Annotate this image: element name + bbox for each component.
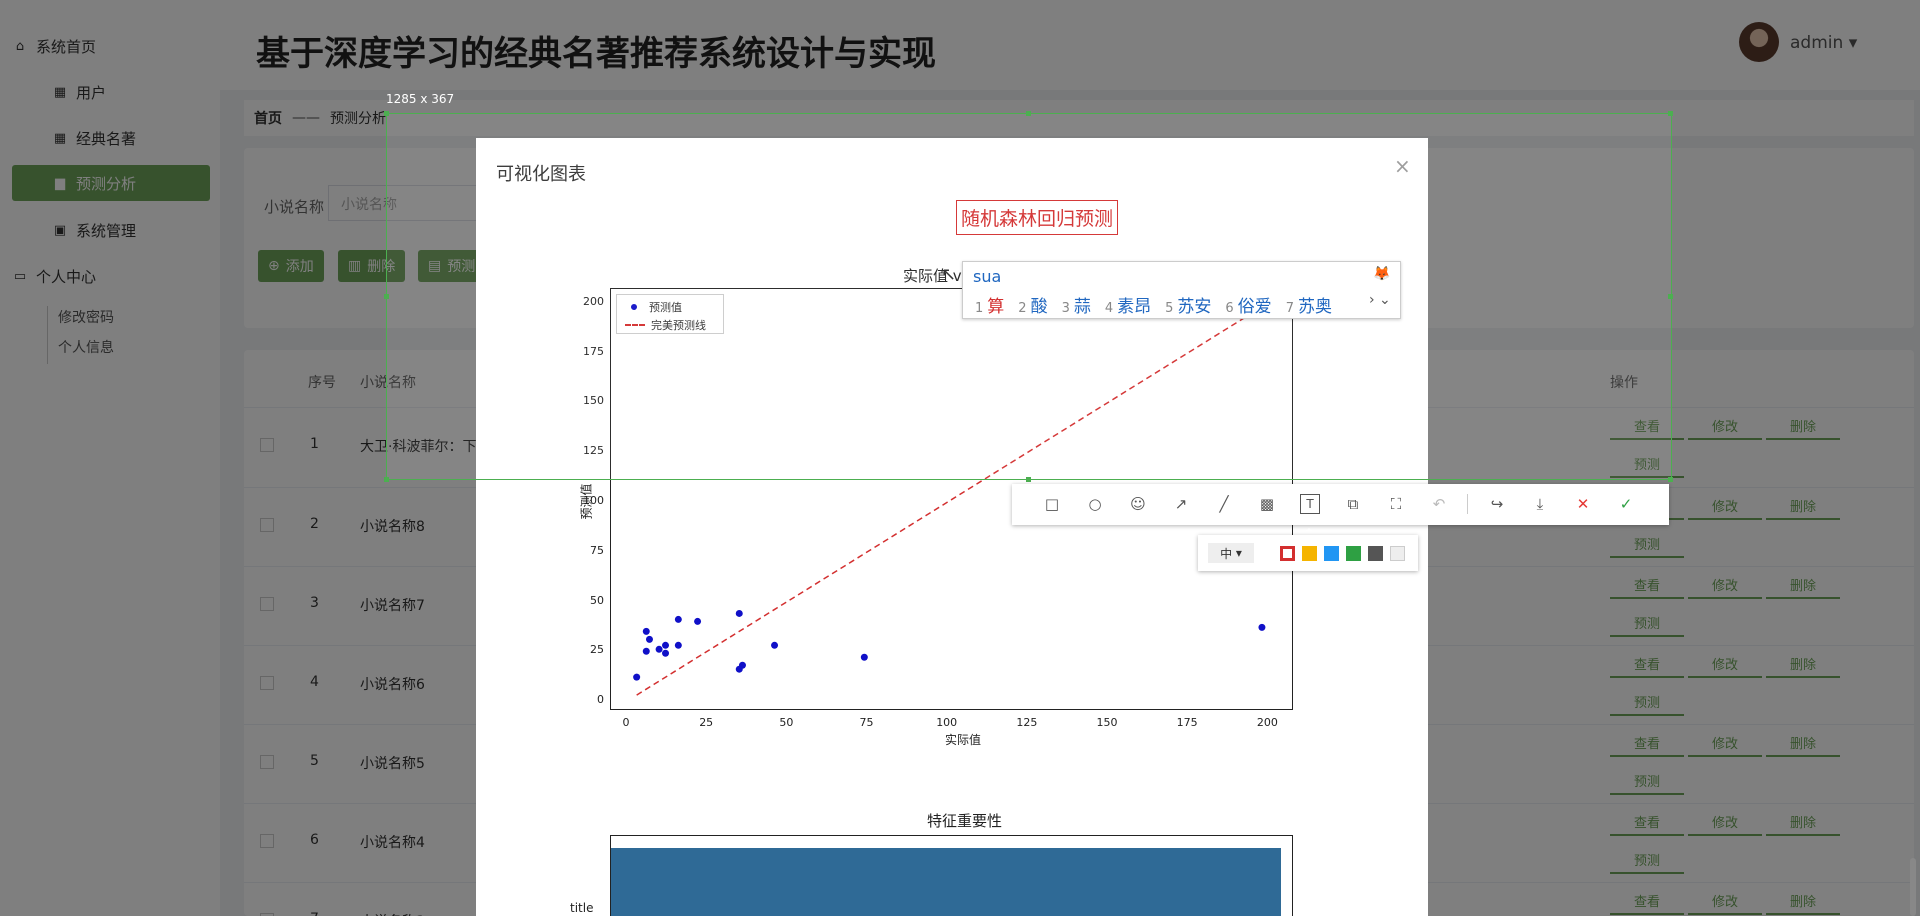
ime-candidates: 1 算 2 酸 3 蒜 4 素昂 5 苏安 6 俗爱 7 苏奥 — [975, 292, 1346, 317]
confirm-icon[interactable]: ✓ — [1616, 494, 1636, 514]
ime-candidate-number: 3 — [1061, 301, 1070, 316]
ocr-icon[interactable]: ⛶ — [1386, 494, 1406, 514]
scatter-point — [738, 661, 746, 669]
scatter-point — [1258, 623, 1266, 631]
x-tick-label: 175 — [1176, 716, 1198, 729]
scatter-point — [860, 653, 868, 661]
x-tick-label: 150 — [1096, 716, 1118, 729]
resize-handle[interactable] — [1668, 294, 1673, 299]
resize-handle[interactable] — [1668, 111, 1673, 116]
ime-candidate[interactable]: 苏奥 — [1298, 297, 1332, 317]
scatter-point — [655, 645, 663, 653]
x-tick-label: 50 — [779, 716, 794, 729]
ime-next-icon[interactable]: › ⌄ — [1369, 292, 1391, 308]
ime-candidate-number: 5 — [1165, 301, 1174, 316]
text-options-bar: 中 ▾ — [1198, 535, 1418, 571]
x-axis-label: 实际值 — [945, 733, 982, 747]
cancel-icon[interactable]: ✕ — [1573, 494, 1593, 514]
x-tick-label: 25 — [699, 716, 714, 729]
scatter-point — [771, 641, 779, 649]
x-tick-label: 75 — [859, 716, 874, 729]
scatter-point — [662, 649, 670, 657]
resize-handle[interactable] — [384, 111, 389, 116]
subbar-pointer — [1302, 528, 1316, 535]
scatter-point — [642, 627, 650, 635]
bar-chart-title: 特征重要性 — [927, 812, 1003, 830]
color-swatch[interactable] — [1302, 546, 1317, 561]
divider — [1467, 494, 1468, 514]
ime-input: sua — [973, 267, 1002, 286]
scatter-point — [735, 609, 743, 617]
line-icon[interactable]: ╱ — [1214, 494, 1234, 514]
resize-handle[interactable] — [384, 477, 389, 482]
ime-candidate-number: 2 — [1018, 301, 1027, 316]
selection-size-label: 1285 x 367 — [386, 92, 455, 106]
resize-handle[interactable] — [384, 294, 389, 299]
resize-handle[interactable] — [1026, 111, 1031, 116]
rect-icon[interactable]: □ — [1042, 494, 1062, 514]
bar — [611, 848, 1281, 916]
scatter-point — [674, 641, 682, 649]
resize-handle[interactable] — [1668, 477, 1673, 482]
mouse-cursor-icon: ↖ — [941, 264, 957, 285]
ime-candidate-number: 6 — [1225, 301, 1234, 316]
ime-window: sua 🦊 1 算 2 酸 3 蒜 4 素昂 5 苏安 6 俗爱 7 苏奥 › ⌄ — [962, 261, 1401, 319]
y-tick-label: 75 — [590, 543, 604, 557]
font-size-value: 中 — [1220, 546, 1233, 561]
x-tick-label: 0 — [622, 716, 630, 729]
color-swatch[interactable] — [1346, 546, 1361, 561]
scatter-point — [694, 617, 702, 625]
share-icon[interactable]: ↪ — [1487, 494, 1507, 514]
copy-icon[interactable]: ⧉ — [1343, 494, 1363, 514]
save-icon[interactable]: ⤓ — [1530, 494, 1550, 514]
font-size-select[interactable]: 中 ▾ — [1208, 543, 1254, 563]
text-icon[interactable]: T — [1300, 494, 1320, 514]
color-swatch[interactable] — [1324, 546, 1339, 561]
color-swatch[interactable] — [1280, 546, 1295, 561]
ime-candidate[interactable]: 酸 — [1031, 297, 1048, 317]
ime-candidate[interactable]: 素昂 — [1117, 297, 1151, 317]
ime-candidate[interactable]: 苏安 — [1177, 297, 1211, 317]
color-swatch[interactable] — [1368, 546, 1383, 561]
bar-category-label: title — [570, 901, 594, 915]
scrollbar[interactable] — [1910, 858, 1916, 916]
x-tick-label: 200 — [1256, 716, 1278, 729]
x-tick-label: 125 — [1016, 716, 1038, 729]
mosaic-icon[interactable]: ▩ — [1257, 494, 1277, 514]
y-axis-label: 预测值 — [579, 483, 594, 520]
ime-candidate[interactable]: 俗爱 — [1238, 297, 1272, 317]
emoji-icon[interactable]: ☺ — [1128, 494, 1148, 514]
scatter-point — [674, 615, 682, 623]
undo-icon[interactable]: ↶ — [1429, 494, 1449, 514]
ime-candidate[interactable]: 蒜 — [1074, 297, 1091, 317]
ime-candidate-number: 7 — [1285, 301, 1294, 316]
arrow-icon[interactable]: ↗ — [1171, 494, 1191, 514]
ime-candidate-number: 4 — [1104, 301, 1114, 316]
scatter-point — [633, 673, 641, 681]
ime-candidate-number: 1 — [975, 301, 984, 316]
ime-logo-icon: 🦊 — [1373, 266, 1391, 282]
resize-handle[interactable] — [1026, 477, 1031, 482]
y-tick-label: 0 — [597, 693, 604, 707]
scatter-point — [642, 647, 650, 655]
circle-icon[interactable]: ○ — [1085, 494, 1105, 514]
x-tick-label: 100 — [936, 716, 958, 729]
color-swatch[interactable] — [1390, 546, 1405, 561]
scatter-point — [645, 635, 653, 643]
screenshot-toolbar: □ ○ ☺ ↗ ╱ ▩ T ⧉ ⛶ ↶ ↪ ⤓ ✕ ✓ — [1012, 484, 1669, 525]
ime-candidate[interactable]: 算 — [987, 297, 1004, 317]
y-tick-label: 25 — [590, 643, 604, 657]
scatter-point — [662, 641, 670, 649]
y-tick-label: 50 — [590, 593, 604, 607]
bar-axes — [610, 835, 1293, 916]
